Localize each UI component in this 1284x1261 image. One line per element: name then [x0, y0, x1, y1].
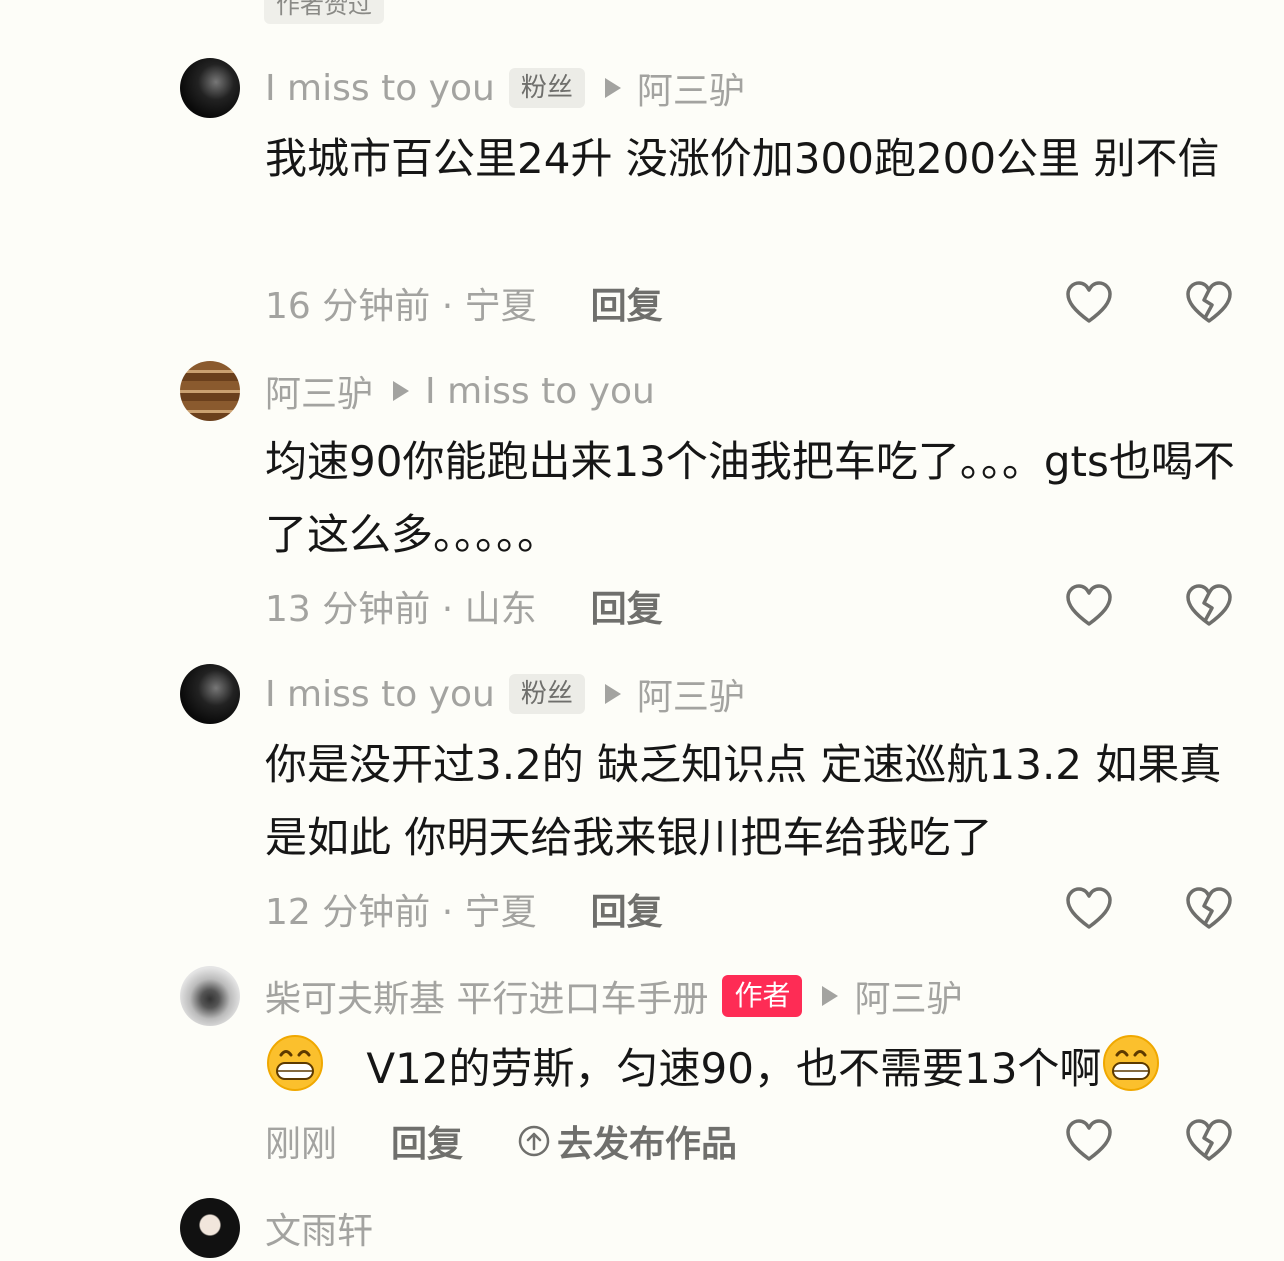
avatar[interactable]: [180, 361, 240, 421]
comment-header: 文雨轩: [265, 1204, 373, 1252]
publish-work-label: 去发布作品: [557, 1124, 738, 1165]
reply-button[interactable]: 回复: [591, 277, 663, 329]
reply-arrow-icon: [604, 684, 621, 704]
comment-item: I miss to you 粉丝 阿三驴 我城市百公里24升 没涨价加300跑2…: [180, 58, 1250, 338]
reply-to-username[interactable]: 阿三驴: [637, 62, 745, 114]
reply-arrow-icon: [822, 986, 839, 1006]
time-location: 16 分钟前 · 宁夏: [265, 286, 537, 327]
grinning-emoji-icon: [267, 1035, 323, 1091]
username[interactable]: I miss to you: [265, 68, 495, 109]
comment-header: 阿三驴 I miss to you: [265, 365, 655, 417]
comment-text-row: V12的劳斯，匀速90，也不需要13个啊: [265, 1032, 1255, 1105]
heart-icon[interactable]: [1064, 278, 1114, 328]
broken-heart-icon[interactable]: [1184, 278, 1234, 328]
reply-to-username[interactable]: I miss to you: [425, 371, 655, 412]
avatar[interactable]: [180, 58, 240, 118]
publish-work-link[interactable]: 去发布作品: [517, 1115, 737, 1167]
comment-text: V12的劳斯，匀速90，也不需要13个啊: [366, 1044, 1102, 1093]
grinning-emoji-icon: [1103, 1035, 1160, 1091]
broken-heart-icon[interactable]: [1184, 581, 1234, 631]
avatar[interactable]: [180, 664, 240, 724]
avatar[interactable]: [180, 966, 240, 1026]
broken-heart-icon[interactable]: [1184, 1116, 1234, 1166]
comment-meta: 刚刚 回复 去发布作品: [265, 1116, 737, 1166]
comment-header: 柴可夫斯基 平行进口车手册 作者 阿三驴: [265, 972, 962, 1020]
liked-by-author-tag: 作者赞过: [264, 0, 384, 24]
comment-item: I miss to you 粉丝 阿三驴 你是没开过3.2的 缺乏知识点 定速巡…: [180, 664, 1250, 944]
time-location: 刚刚: [265, 1124, 338, 1165]
fan-badge: 粉丝: [508, 674, 585, 714]
heart-icon[interactable]: [1064, 581, 1114, 631]
time-location: 12 分钟前 · 宁夏: [265, 892, 537, 933]
username[interactable]: 柴可夫斯基 平行进口车手册: [265, 970, 708, 1022]
comment-text: 你是没开过3.2的 缺乏知识点 定速巡航13.2 如果真是如此 你明天给我来银川…: [265, 740, 1222, 862]
heart-icon[interactable]: [1064, 1116, 1114, 1166]
comment-item: 文雨轩: [180, 1198, 1250, 1261]
avatar[interactable]: [180, 1198, 240, 1258]
author-badge: 作者: [722, 975, 803, 1017]
comment-text: 均速90你能跑出来13个油我把车吃了。。。gts也喝不了这么多。。。。。: [265, 437, 1235, 559]
username[interactable]: I miss to you: [265, 674, 495, 715]
username[interactable]: 阿三驴: [265, 365, 373, 417]
time-location: 13 分钟前 · 山东: [265, 589, 537, 630]
reply-arrow-icon: [604, 78, 621, 98]
fan-badge: 粉丝: [508, 68, 585, 108]
reply-button[interactable]: 回复: [591, 580, 663, 632]
reply-arrow-icon: [393, 381, 410, 401]
comment-item: 柴可夫斯基 平行进口车手册 作者 阿三驴 V12的劳斯，匀速90，也不需要13个…: [180, 966, 1250, 1176]
heart-icon[interactable]: [1064, 884, 1114, 934]
comment-meta: 13 分钟前 · 山东 回复: [265, 581, 663, 631]
comment-header: I miss to you 粉丝 阿三驴: [265, 668, 745, 720]
reply-button[interactable]: 回复: [391, 1115, 463, 1167]
reply-button[interactable]: 回复: [591, 883, 663, 935]
broken-heart-icon[interactable]: [1184, 884, 1234, 934]
comment-meta: 12 分钟前 · 宁夏 回复: [265, 884, 663, 934]
reply-to-username[interactable]: 阿三驴: [637, 668, 745, 720]
comment-item: 阿三驴 I miss to you 均速90你能跑出来13个油我把车吃了。。。g…: [180, 361, 1250, 641]
comment-meta: 16 分钟前 · 宁夏 回复: [265, 278, 663, 328]
upload-arrow-icon: [518, 1125, 550, 1157]
comment-header: I miss to you 粉丝 阿三驴: [265, 62, 745, 114]
reply-to-username[interactable]: 阿三驴: [854, 970, 962, 1022]
username[interactable]: 文雨轩: [265, 1202, 373, 1254]
comment-text: 我城市百公里24升 没涨价加300跑200公里 别不信: [265, 134, 1220, 183]
